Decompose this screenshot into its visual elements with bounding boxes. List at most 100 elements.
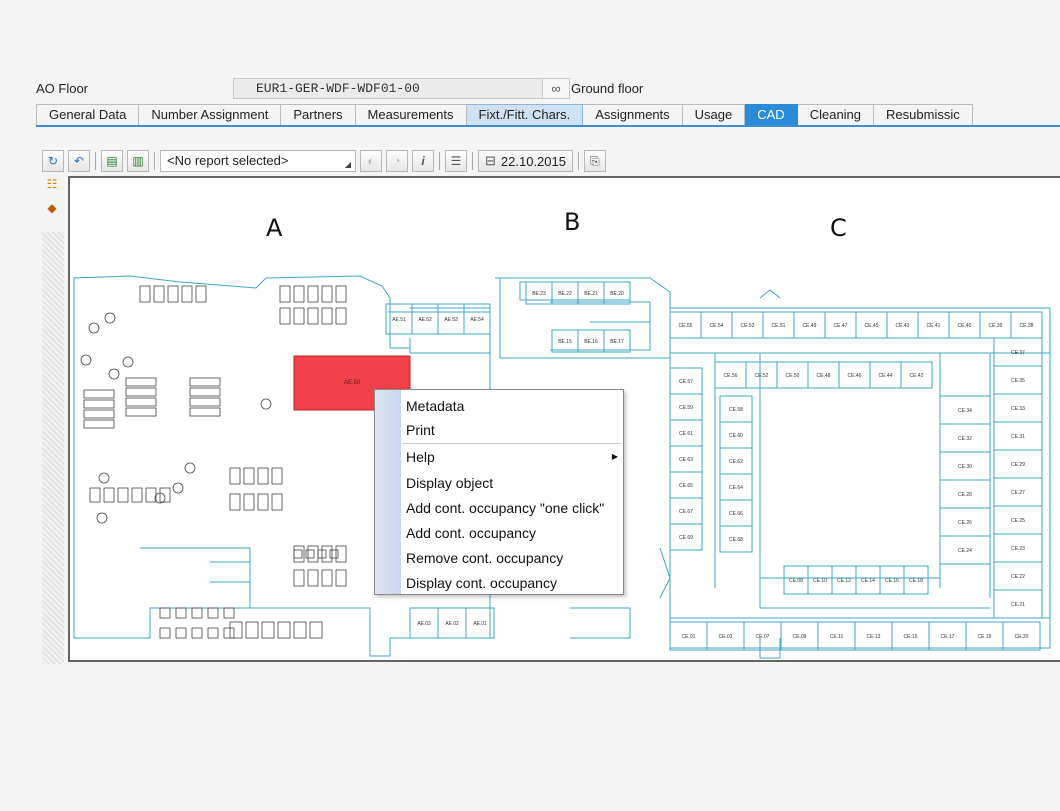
desk-symbol xyxy=(293,621,307,639)
room-label: CE.23 xyxy=(1011,546,1025,552)
table-symbol xyxy=(260,398,272,410)
desk-symbol xyxy=(125,407,157,417)
table-symbol xyxy=(96,512,108,524)
desk-symbol xyxy=(159,627,171,639)
menu-item-display-occupancy[interactable]: Display cont. occupancy xyxy=(406,572,618,594)
room-label: AE.54 xyxy=(470,317,484,323)
tab-measurements[interactable]: Measurements xyxy=(355,104,467,125)
left-rail: ☷ ◆ xyxy=(42,174,64,664)
tab-number-assignment[interactable]: Number Assignment xyxy=(139,104,282,125)
room-label: CE.14 xyxy=(861,578,875,584)
desk-symbol xyxy=(223,607,235,619)
tab-fixt-fitt-chars[interactable]: Fixt./Fitt. Chars. xyxy=(466,104,584,125)
table-symbol xyxy=(80,354,92,366)
report-run-icon[interactable]: ◐ xyxy=(360,150,382,172)
desk-symbol xyxy=(307,307,319,325)
desk-symbol xyxy=(271,467,283,485)
room-label: CE.08 xyxy=(789,578,803,584)
room-label: CE.24 xyxy=(958,548,972,554)
menu-item-label: Display object xyxy=(406,475,494,491)
table-symbol xyxy=(108,368,120,380)
desk-symbol xyxy=(229,621,243,639)
desk-symbol xyxy=(229,467,241,485)
room-label: CE.33 xyxy=(1011,406,1025,412)
desk-symbol xyxy=(321,569,333,587)
desk-symbol xyxy=(257,493,269,511)
menu-item-display-object[interactable]: Display object xyxy=(406,472,618,494)
room-label: BE.22 xyxy=(558,291,572,297)
key-date-button[interactable]: ⊟ 22.10.2015 xyxy=(478,150,573,172)
object-type-label: AO Floor xyxy=(36,81,89,96)
menu-item-label: Display cont. occupancy xyxy=(406,575,557,591)
menu-item-remove-occupancy[interactable]: Remove cont. occupancy xyxy=(406,547,618,569)
report-select[interactable]: <No report selected> ◢ xyxy=(160,150,356,172)
room-label: CE.12 xyxy=(837,578,851,584)
tab-general-data[interactable]: General Data xyxy=(36,104,140,125)
display-glasses-icon[interactable]: ∞ xyxy=(542,78,570,99)
object-header: AO Floor EUR1-GER-WDF-WDF01-00 ∞ Ground … xyxy=(36,78,1060,100)
room-label: CE.19 xyxy=(978,634,992,640)
desk-symbol xyxy=(191,607,203,619)
menu-item-label: Add cont. occupancy "one click" xyxy=(406,500,605,516)
tab-partners[interactable]: Partners xyxy=(281,104,356,125)
menu-item-add-occupancy-one-click[interactable]: Add cont. occupancy "one click" xyxy=(406,497,618,519)
menu-item-help[interactable]: Help ▶ xyxy=(406,446,618,468)
desk-symbol xyxy=(305,549,315,559)
tab-resubmission[interactable]: Resubmissic xyxy=(874,104,973,125)
desk-symbol xyxy=(243,493,255,511)
room-label: CE.60 xyxy=(729,433,743,439)
info-icon[interactable]: i xyxy=(412,150,434,172)
menu-item-print[interactable]: Print xyxy=(406,419,618,441)
room-label: CE.44 xyxy=(879,373,893,379)
table-symbol xyxy=(88,322,100,334)
dropdown-icon: ◢ xyxy=(344,160,351,169)
export-icon[interactable]: ▤ xyxy=(101,150,123,172)
report-execute-icon[interactable]: ◔ xyxy=(386,150,408,172)
room-label: AE.01 xyxy=(473,621,487,627)
object-description: Ground floor xyxy=(571,81,644,96)
tab-cad[interactable]: CAD xyxy=(745,104,798,125)
room-label: CE.57 xyxy=(679,379,693,385)
room-label: CE.50 xyxy=(786,373,800,379)
menu-item-label: Print xyxy=(406,422,435,438)
undo-icon[interactable]: ↶ xyxy=(68,150,90,172)
layout-icon[interactable]: ☰ xyxy=(445,150,467,172)
desk-symbol xyxy=(83,419,115,429)
tab-assignments[interactable]: Assignments xyxy=(583,104,683,125)
room-label: CE.29 xyxy=(1011,462,1025,468)
toolbar-separator xyxy=(95,152,96,170)
grid-icon[interactable]: ☷ xyxy=(42,174,62,194)
table-symbol xyxy=(172,482,184,494)
refresh-icon[interactable]: ↻ xyxy=(42,150,64,172)
desk-symbol xyxy=(245,621,259,639)
desk-symbol xyxy=(83,399,115,409)
room-label: CE.22 xyxy=(1011,574,1025,580)
desk-symbol xyxy=(167,285,179,303)
menu-item-label: Remove cont. occupancy xyxy=(406,550,564,566)
tab-cleaning[interactable]: Cleaning xyxy=(797,104,875,125)
desk-symbol xyxy=(321,285,333,303)
export-selection-icon[interactable]: ▥ xyxy=(127,150,149,172)
room-label: CE.45 xyxy=(865,323,879,329)
room-label: CE.56 xyxy=(724,373,738,379)
room-label: CE.15 xyxy=(904,634,918,640)
room-label: CE.51 xyxy=(772,323,786,329)
desk-symbol xyxy=(293,307,305,325)
layers-icon[interactable]: ◆ xyxy=(42,198,62,218)
menu-item-add-occupancy[interactable]: Add cont. occupancy xyxy=(406,522,618,544)
toolbar-separator xyxy=(577,152,579,170)
desk-symbol xyxy=(271,493,283,511)
report-select-value: <No report selected> xyxy=(167,153,289,168)
desk-symbol xyxy=(223,627,235,639)
menu-item-metadata[interactable]: Metadata xyxy=(406,395,618,417)
tab-usage[interactable]: Usage xyxy=(682,104,746,125)
room-label: CE.39 xyxy=(989,323,1003,329)
desk-symbol xyxy=(335,307,347,325)
desk-symbol xyxy=(189,387,221,397)
attachment-icon[interactable]: ⎘ xyxy=(583,150,606,172)
tabstrip: General Data Number Assignment Partners … xyxy=(36,104,1060,127)
desk-symbol xyxy=(207,607,219,619)
desk-symbol xyxy=(189,407,221,417)
object-code-field[interactable]: EUR1-GER-WDF-WDF01-00 xyxy=(233,78,568,99)
desk-symbol xyxy=(257,467,269,485)
